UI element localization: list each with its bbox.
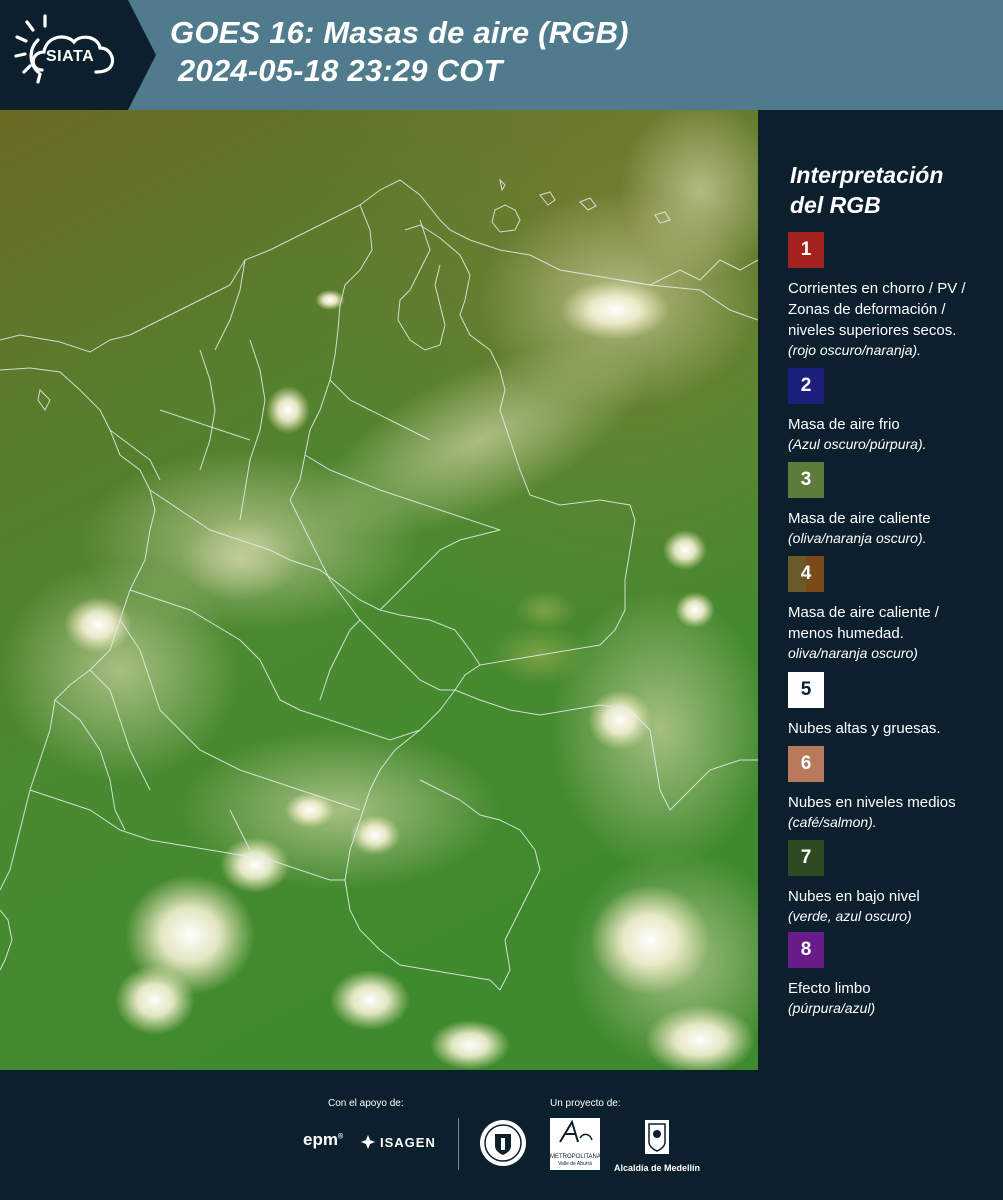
- legend-note-6: (café/salmon).: [788, 814, 877, 830]
- legend-item-1: 1 Corrientes en chorro / PV / Zonas de d…: [788, 232, 988, 360]
- area-metropolitana-logo: METROPOLITANA Valle de Aburrá: [550, 1118, 601, 1170]
- legend-item-7: 7 Nubes en bajo nivel (verde, azul oscur…: [788, 840, 988, 926]
- legend-label-4: Masa de aire caliente / menos humedad.: [788, 604, 939, 642]
- title-line1: GOES 16: Masas de aire (RGB): [170, 15, 629, 50]
- legend-label-3: Masa de aire caliente: [788, 510, 931, 527]
- alcaldia-logo: Alcaldía de Medellín: [612, 1118, 702, 1173]
- legend-item-2: 2 Masa de aire frio (Azul oscuro/púrpura…: [788, 368, 988, 454]
- satellite-map[interactable]: [0, 110, 758, 1070]
- legend-swatch-1: 1: [788, 232, 824, 268]
- isagen-logo: ISAGEN: [360, 1134, 436, 1150]
- isagen-star-icon: [361, 1135, 375, 1149]
- legend-title-line2: del RGB: [790, 192, 881, 218]
- legend-item-3: 3 Masa de aire caliente (oliva/naranja o…: [788, 462, 988, 548]
- isagen-logo-text: ISAGEN: [380, 1134, 436, 1150]
- legend-label-7: Nubes en bajo nivel: [788, 888, 920, 905]
- alcaldia-text: Alcaldía de Medellín: [613, 1163, 701, 1173]
- support-label: Con el apoyo de:: [328, 1098, 404, 1109]
- legend-label-5: Nubes altas y gruesas.: [788, 720, 941, 737]
- page-title: GOES 16: Masas de aire (RGB) 2024-05-18 …: [170, 14, 629, 90]
- title-line2: 2024-05-18 23:29 COT: [178, 53, 503, 88]
- legend-note-8: (púrpura/azul): [788, 1000, 876, 1016]
- legend-number-3: 3: [800, 469, 812, 490]
- legend-item-4: 4 Masa de aire caliente / menos humedad.…: [788, 556, 988, 663]
- epm-logo: epm®: [303, 1130, 344, 1149]
- legend-panel: Interpretación del RGB 1 Corrientes en c…: [758, 110, 1003, 1070]
- legend-item-6: 6 Nubes en niveles medios (café/salmon).: [788, 746, 988, 832]
- legend-number-8: 8: [800, 939, 812, 960]
- legend-note-7: (verde, azul oscuro): [788, 908, 912, 924]
- logo-text: SIATA: [46, 48, 95, 65]
- header-bar: SIATA GOES 16: Masas de aire (RGB) 2024-…: [0, 0, 1003, 110]
- epm-logo-text: epm: [303, 1130, 338, 1149]
- legend-label-2: Masa de aire frio: [788, 416, 900, 433]
- legend-number-2: 2: [800, 375, 812, 396]
- legend-swatch-6: 6: [788, 746, 824, 782]
- footer-divider: [458, 1118, 459, 1170]
- legend-number-6: 6: [800, 753, 812, 774]
- legend-label-8: Efecto limbo: [788, 980, 871, 997]
- university-seal-logo: [478, 1118, 528, 1173]
- logo-chevron: [128, 0, 156, 110]
- legend-number-7: 7: [800, 847, 812, 868]
- legend-label-1: Corrientes en chorro / PV / Zonas de def…: [788, 280, 966, 339]
- seal-icon: [480, 1120, 526, 1166]
- project-label: Un proyecto de:: [550, 1098, 621, 1109]
- legend-note-4: oliva/naranja oscuro): [788, 645, 918, 661]
- legend-title-line1: Interpretación: [790, 162, 944, 188]
- area-metropolitana-icon: [559, 1119, 593, 1143]
- legend-number-5: 5: [800, 679, 812, 700]
- alcaldia-shield-icon: [645, 1120, 669, 1154]
- legend-swatch-4: 4: [788, 556, 824, 592]
- area-metropolitana-subtext: Valle de Aburrá: [558, 1161, 592, 1167]
- legend-item-8: 8 Efecto limbo (púrpura/azul): [788, 932, 988, 1018]
- legend-swatch-5: 5: [788, 672, 824, 708]
- area-metropolitana-text: METROPOLITANA: [550, 1154, 601, 1160]
- legend-label-6: Nubes en niveles medios: [788, 794, 956, 811]
- legend-item-5: 5 Nubes altas y gruesas.: [788, 672, 988, 739]
- legend-swatch-8: 8: [788, 932, 824, 968]
- legend-swatch-3: 3: [788, 462, 824, 498]
- legend-note-1: (rojo oscuro/naranja).: [788, 342, 922, 358]
- legend-note-2: (Azul oscuro/púrpura).: [788, 436, 927, 452]
- footer: Con el apoyo de: Un proyecto de: epm® IS…: [0, 1070, 1003, 1200]
- legend-swatch-7: 7: [788, 840, 824, 876]
- legend-swatch-2: 2: [788, 368, 824, 404]
- legend-title: Interpretación del RGB: [790, 160, 943, 220]
- legend-number-1: 1: [800, 239, 812, 260]
- siata-logo: SIATA: [0, 0, 128, 110]
- legend-note-3: (oliva/naranja oscuro).: [788, 530, 927, 546]
- legend-number-4: 4: [800, 563, 812, 584]
- satellite-image: [0, 110, 758, 1070]
